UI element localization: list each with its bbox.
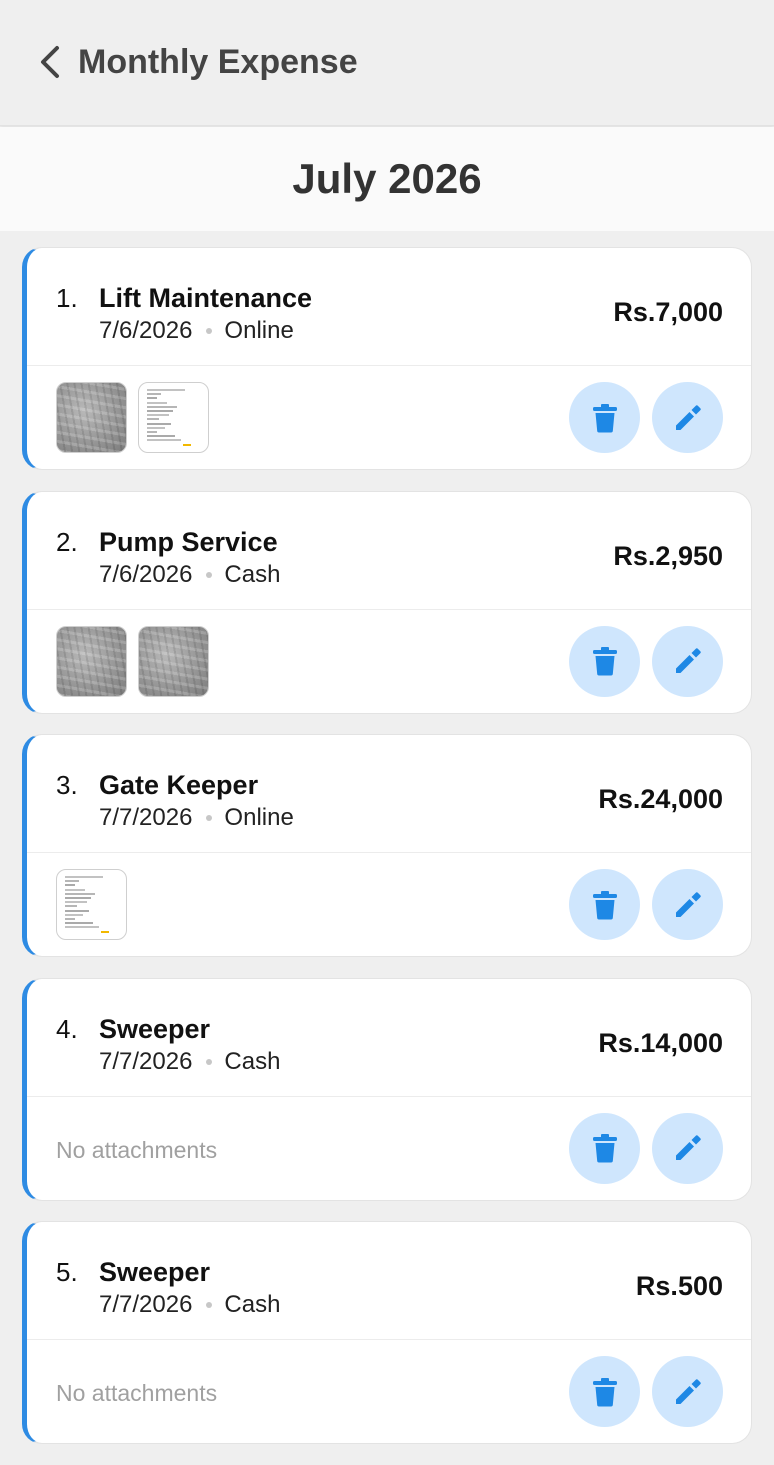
expense-index: 2. bbox=[56, 526, 78, 557]
expense-actions-row bbox=[27, 366, 751, 469]
expense-card[interactable]: 3. Gate Keeper 7/7/2026 Online Rs.24,000 bbox=[22, 734, 752, 957]
expense-date: 7/7/2026 bbox=[99, 804, 193, 831]
no-attachments-label: No attachments bbox=[56, 1380, 218, 1406]
pencil-icon bbox=[675, 1378, 701, 1404]
expense-index: 3. bbox=[56, 770, 78, 800]
payment-method: Cash bbox=[224, 1047, 281, 1075]
pencil-icon bbox=[675, 891, 701, 917]
expense-actions-row bbox=[27, 610, 751, 713]
edit-button[interactable] bbox=[652, 1112, 723, 1184]
expense-card[interactable]: 5. Sweeper 7/7/2026 Cash Rs.500 No attachment… bbox=[22, 1221, 752, 1444]
expense-summary: 3. Gate Keeper 7/7/2026 Online Rs.24,000 bbox=[27, 735, 751, 853]
edit-button[interactable] bbox=[652, 1356, 723, 1427]
payment-method: Online bbox=[224, 317, 294, 344]
expense-actions-row: No attachments bbox=[27, 1340, 751, 1443]
attachment-thumbnail[interactable] bbox=[56, 869, 127, 940]
app-bar: Monthly Expense bbox=[0, 0, 774, 126]
expense-name: Sweeper bbox=[99, 1013, 211, 1044]
no-attachments-label: No attachments bbox=[56, 1136, 218, 1163]
expense-amount: Rs.7,000 bbox=[613, 297, 723, 327]
expense-date: 7/6/2026 bbox=[99, 560, 193, 588]
expense-name: Pump Service bbox=[99, 526, 278, 557]
expense-summary: 1. Lift Maintenance 7/6/2026 Online Rs.7,000 bbox=[27, 248, 751, 366]
expense-card[interactable]: 4. Sweeper 7/7/2026 Cash Rs.14,000 No attachm… bbox=[22, 977, 752, 1201]
edit-button[interactable] bbox=[652, 625, 723, 697]
page-title: Monthly Expense bbox=[78, 43, 358, 81]
expense-name: Sweeper bbox=[99, 1257, 211, 1287]
expense-meta: 7/7/2026 Online bbox=[99, 803, 294, 833]
trash-icon bbox=[592, 890, 617, 919]
month-title: July 2026 bbox=[292, 155, 482, 202]
expense-date: 7/7/2026 bbox=[99, 1291, 193, 1318]
expense-actions-row: No attachments bbox=[27, 1097, 751, 1200]
delete-button[interactable] bbox=[569, 382, 640, 453]
separator-dot bbox=[206, 1302, 213, 1308]
expense-name: Lift Maintenance bbox=[99, 283, 313, 313]
pencil-icon bbox=[675, 1135, 701, 1160]
attachment-list bbox=[56, 625, 209, 697]
expense-index: 5. bbox=[56, 1257, 78, 1287]
delete-button[interactable] bbox=[569, 1112, 640, 1184]
back-button[interactable] bbox=[30, 40, 70, 84]
expense-meta: 7/7/2026 Cash bbox=[99, 1047, 280, 1077]
delete-button[interactable] bbox=[569, 1356, 640, 1427]
expense-list: 1. Lift Maintenance 7/6/2026 Online Rs.7,000… bbox=[22, 247, 752, 1465]
expense-amount: Rs.500 bbox=[635, 1271, 723, 1301]
payment-method: Cash bbox=[224, 560, 281, 588]
edit-button[interactable] bbox=[652, 382, 723, 453]
expense-amount: Rs.14,000 bbox=[598, 1027, 723, 1058]
chevron-left-icon bbox=[41, 46, 59, 78]
pencil-icon bbox=[675, 404, 701, 430]
separator-dot bbox=[206, 571, 213, 578]
payment-method: Cash bbox=[224, 1291, 281, 1318]
expense-summary: 4. Sweeper 7/7/2026 Cash Rs.14,000 bbox=[27, 979, 751, 1097]
attachment-thumbnail[interactable] bbox=[56, 382, 127, 453]
expense-card[interactable]: 2. Pump Service 7/6/2026 Cash Rs.2,950 bbox=[22, 490, 752, 714]
attachment-thumbnail[interactable] bbox=[138, 382, 209, 453]
expense-summary: 2. Pump Service 7/6/2026 Cash Rs.2,950 bbox=[27, 492, 751, 610]
attachment-thumbnail[interactable] bbox=[138, 625, 209, 697]
payment-method: Online bbox=[224, 804, 294, 831]
attachment-thumbnail[interactable] bbox=[56, 625, 127, 697]
attachment-list bbox=[56, 382, 209, 453]
expense-index: 1. bbox=[56, 283, 78, 313]
expense-meta: 7/6/2026 Cash bbox=[99, 560, 280, 590]
trash-icon bbox=[592, 403, 617, 432]
delete-button[interactable] bbox=[569, 869, 640, 940]
delete-button[interactable] bbox=[569, 625, 640, 697]
expense-date: 7/7/2026 bbox=[99, 1047, 193, 1075]
expense-amount: Rs.24,000 bbox=[598, 784, 723, 814]
separator-dot bbox=[206, 1058, 213, 1065]
trash-icon bbox=[592, 647, 617, 676]
expense-amount: Rs.2,950 bbox=[613, 540, 723, 571]
expense-summary: 5. Sweeper 7/7/2026 Cash Rs.500 bbox=[27, 1222, 751, 1340]
attachment-list bbox=[56, 869, 127, 940]
expense-meta: 7/7/2026 Cash bbox=[99, 1290, 280, 1320]
pencil-icon bbox=[675, 648, 701, 673]
trash-icon bbox=[592, 1134, 617, 1163]
month-header: July 2026 bbox=[0, 127, 774, 231]
separator-dot bbox=[206, 815, 213, 821]
expense-actions-row bbox=[27, 853, 751, 956]
expense-date: 7/6/2026 bbox=[99, 317, 193, 344]
edit-button[interactable] bbox=[652, 869, 723, 940]
separator-dot bbox=[206, 328, 213, 334]
expense-card[interactable]: 1. Lift Maintenance 7/6/2026 Online Rs.7,000 bbox=[22, 247, 752, 470]
expense-meta: 7/6/2026 Online bbox=[99, 316, 294, 346]
expense-name: Gate Keeper bbox=[99, 770, 259, 800]
expense-index: 4. bbox=[56, 1013, 78, 1044]
trash-icon bbox=[592, 1377, 617, 1406]
